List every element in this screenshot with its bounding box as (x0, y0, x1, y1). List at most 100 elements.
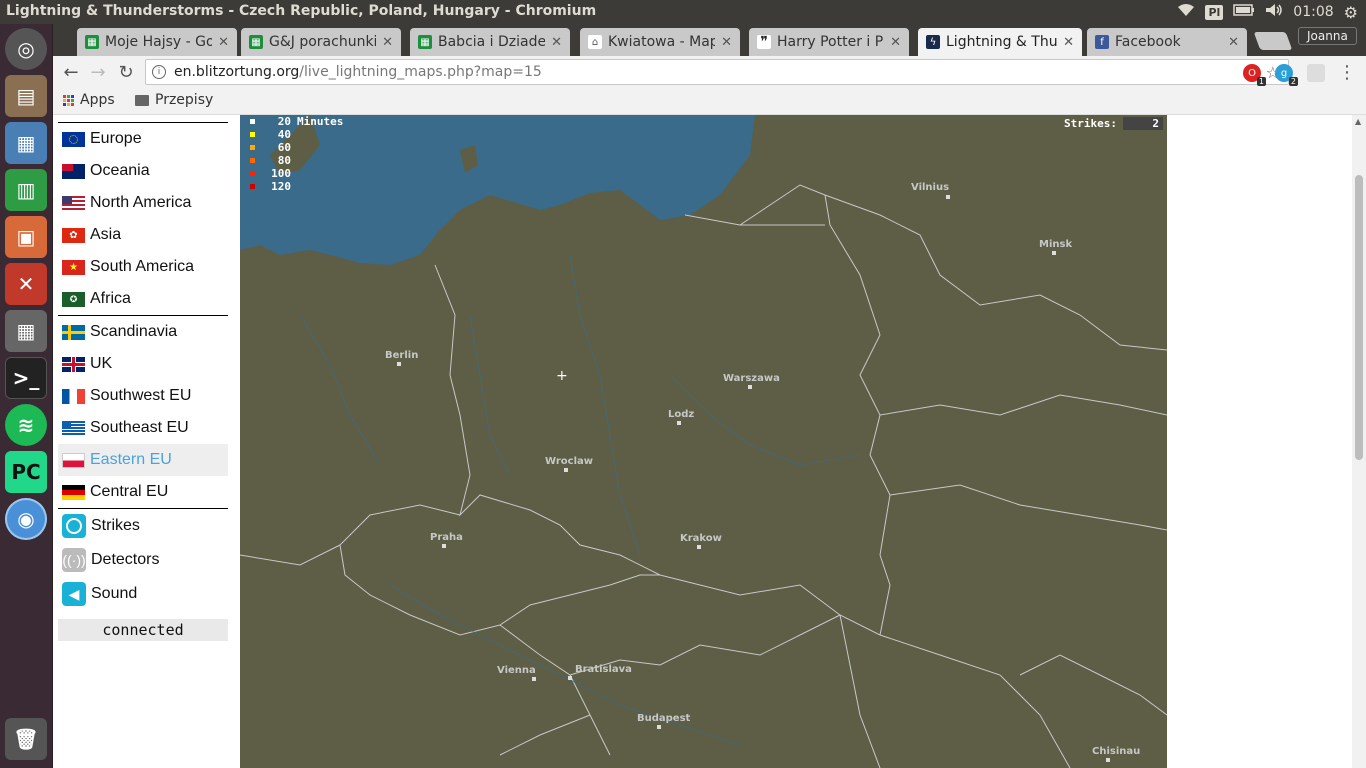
city-marker (397, 362, 401, 366)
greece-flag-icon (62, 420, 85, 436)
image-viewer-icon[interactable]: ▦ (5, 122, 47, 164)
ghostery-icon[interactable]: g2 (1275, 64, 1298, 86)
tab-lightning[interactable]: ϟ Lightning & Thu ✕ (918, 28, 1082, 56)
back-arrow-icon[interactable]: ← (61, 62, 81, 83)
menu-item-asia[interactable]: ✿ Asia (58, 219, 228, 251)
menu-item-europe[interactable]: Europe (58, 123, 228, 155)
wifi-icon[interactable] (1177, 3, 1195, 21)
facebook-icon: f (1095, 35, 1109, 49)
menu-label: Southeast EU (90, 419, 189, 436)
tab-kwiatowa-map[interactable]: ⌂ Kwiatowa - Map ✕ (580, 28, 740, 56)
tab-moje-hajsy[interactable]: ▦ Moje Hajsy - Goo ✕ (77, 28, 237, 56)
menu-label: Africa (90, 290, 131, 307)
tab-label: Kwiatowa - Map (608, 34, 716, 50)
lightning-map[interactable]: Vilnius Minsk Berlin Warszawa Lodz Wrocl… (240, 115, 1167, 768)
sheets-icon: ▦ (418, 35, 432, 49)
forward-arrow-icon[interactable]: → (88, 62, 108, 83)
close-icon[interactable]: ✕ (1228, 35, 1239, 50)
reload-icon[interactable]: ↻ (116, 62, 136, 83)
legend-row: 60 (250, 141, 343, 154)
city-marker (748, 385, 752, 389)
pin-icon: ⌂ (588, 35, 602, 49)
uk-flag-icon (62, 356, 85, 372)
chromium-icon[interactable]: ◉ (5, 498, 47, 540)
city-label: Wroclaw (545, 456, 593, 467)
menu-label: UK (90, 355, 113, 372)
menu-item-south-america[interactable]: ★ South America (58, 251, 228, 283)
close-icon[interactable]: ✕ (890, 35, 901, 50)
menu-item-strikes[interactable]: Strikes (58, 509, 228, 543)
city-marker (442, 544, 446, 548)
tab-label: G&J porachunki (269, 34, 377, 50)
legend-value: 20 (277, 115, 291, 128)
close-icon[interactable]: ✕ (1063, 35, 1074, 50)
terminal-icon[interactable]: >_ (5, 357, 47, 399)
legend-row: 20 Minutes (250, 115, 343, 128)
trash-icon[interactable]: 🗑 (5, 718, 47, 760)
files-icon[interactable]: ▤ (5, 75, 47, 117)
sheets-icon: ▦ (249, 35, 263, 49)
extension-icon[interactable] (1307, 64, 1325, 82)
scrollbar-thumb[interactable] (1355, 175, 1363, 460)
menu-item-eastern-eu[interactable]: Eastern EU (58, 444, 228, 476)
unity-launcher: ◎ ▤ ▦ ▥ ▣ ✕ ▦ >_ ≋ PC ◉ 🗑 (0, 24, 53, 768)
close-icon[interactable]: ✕ (218, 35, 229, 50)
spreadsheet-icon[interactable]: ▥ (5, 169, 47, 211)
legend-swatch (250, 145, 255, 150)
battery-icon[interactable] (1233, 4, 1255, 20)
tab-harry-potter[interactable]: ❞ Harry Potter i P ✕ (749, 28, 909, 56)
profile-button[interactable]: Joanna (1298, 27, 1357, 45)
opera-ext-icon[interactable]: O1 (1243, 64, 1266, 86)
sheets-icon: ▦ (85, 35, 99, 49)
tab-label: Lightning & Thu (946, 34, 1058, 50)
clock[interactable]: 01:08 (1293, 4, 1333, 20)
extension-badge: 2 (1288, 77, 1298, 86)
new-tab-button[interactable] (1253, 32, 1293, 50)
legend-value: 40 (277, 128, 291, 141)
city-marker (532, 677, 536, 681)
menu-item-north-america[interactable]: North America (58, 187, 228, 219)
bookmark-apps[interactable]: Apps (63, 92, 115, 108)
menu-kebab-icon[interactable]: ⋮ (1337, 62, 1357, 83)
legend-swatch (250, 171, 255, 176)
menu-item-uk[interactable]: UK (58, 348, 228, 380)
page-scrollbar[interactable]: ▲ (1352, 115, 1366, 768)
bookmark-folder-przepisy[interactable]: Przepisy (135, 92, 213, 108)
volume-icon[interactable] (1265, 3, 1283, 21)
menu-item-central-eu[interactable]: Central EU (58, 476, 228, 508)
germany-flag-icon (62, 484, 85, 500)
address-bar[interactable]: i en.blitzortung.org/live_lightning_maps… (145, 59, 1289, 85)
menu-item-detectors[interactable]: ((·)) Detectors (58, 543, 228, 577)
tab-babcia-i-dziadek[interactable]: ▦ Babcia i Dziadek ✕ (410, 28, 570, 56)
pycharm-icon[interactable]: PC (5, 451, 47, 493)
calculator-icon[interactable]: ▦ (5, 310, 47, 352)
tab-gj-porachunki[interactable]: ▦ G&J porachunki ✕ (241, 28, 401, 56)
menu-item-oceania[interactable]: Oceania (58, 155, 228, 187)
city-label: Bratislava (575, 664, 632, 675)
legend-value: 120 (271, 180, 291, 193)
menu-item-scandinavia[interactable]: Scandinavia (58, 316, 228, 348)
keyboard-layout-indicator[interactable]: Pl (1205, 4, 1224, 20)
menu-item-africa[interactable]: ✪ Africa (58, 283, 228, 315)
menu-item-sound[interactable]: ◀ Sound (58, 577, 228, 611)
close-icon[interactable]: ✕ (382, 35, 393, 50)
menu-item-southeast-eu[interactable]: Southeast EU (58, 412, 228, 444)
city-marker (677, 421, 681, 425)
map-canvas (240, 115, 1167, 768)
strikes-label: Strikes: (1064, 117, 1117, 130)
tab-facebook[interactable]: f Facebook ✕ (1087, 28, 1247, 56)
spotify-icon[interactable]: ≋ (5, 404, 47, 446)
city-label: Berlin (385, 350, 419, 361)
settings-gear-icon[interactable]: ⚙ (1344, 3, 1358, 22)
menu-item-southwest-eu[interactable]: Southwest EU (58, 380, 228, 412)
close-icon[interactable]: ✕ (721, 35, 732, 50)
bookmarks-bar: Apps Przepisy (53, 88, 1366, 115)
scroll-up-icon[interactable]: ▲ (1355, 117, 1361, 126)
info-icon[interactable]: i (152, 65, 166, 79)
city-label: Minsk (1039, 239, 1073, 250)
city-label: Praha (430, 532, 463, 543)
presentation-icon[interactable]: ▣ (5, 216, 47, 258)
system-settings-icon[interactable]: ✕ (5, 263, 47, 305)
ubuntu-dash-icon[interactable]: ◎ (5, 28, 47, 70)
close-icon[interactable]: ✕ (551, 35, 562, 50)
